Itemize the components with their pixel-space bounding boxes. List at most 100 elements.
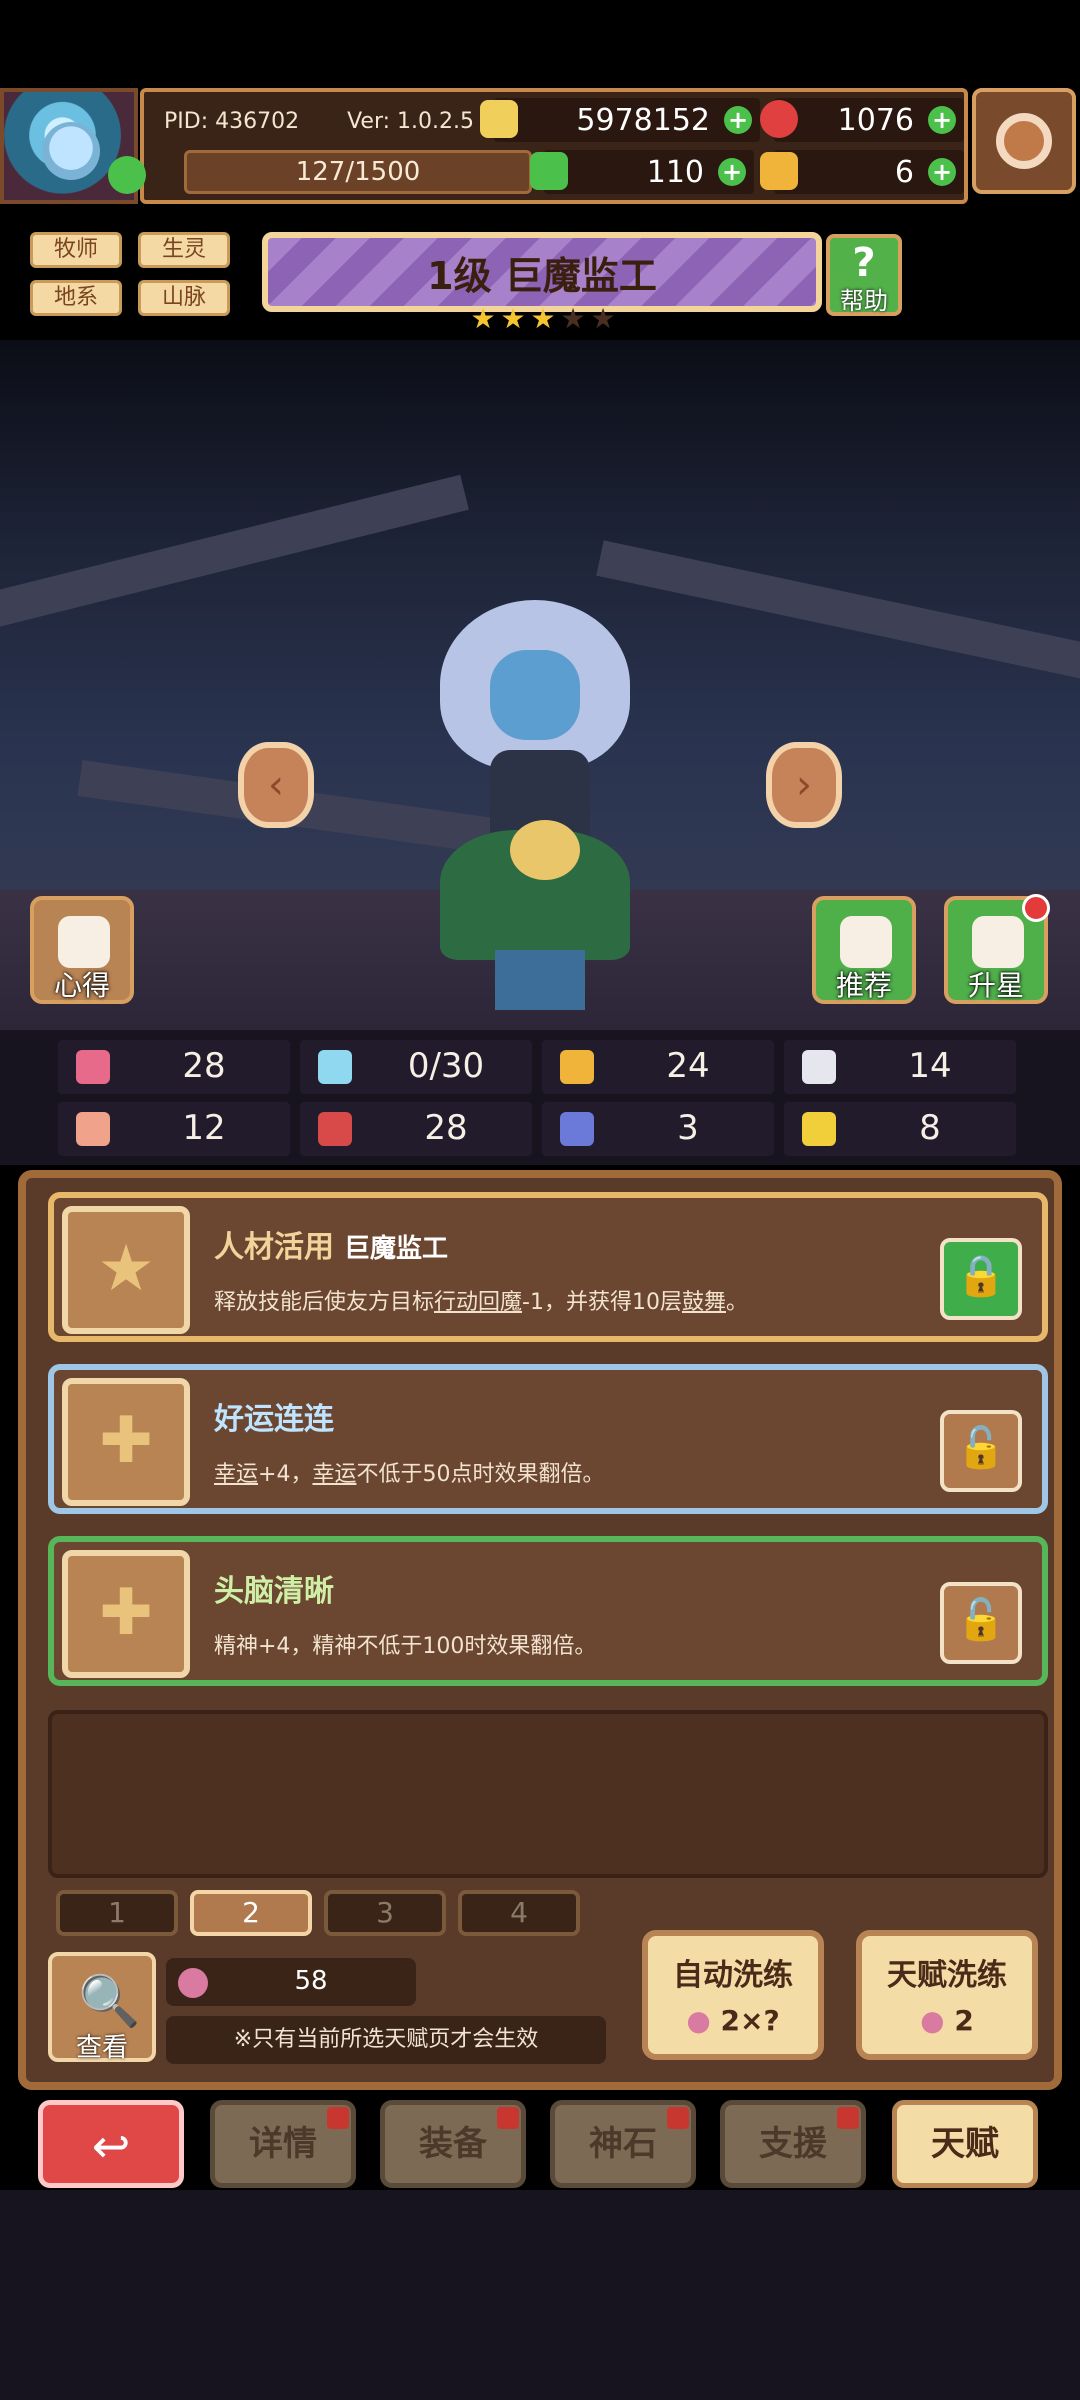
- star-icon: ★: [560, 302, 586, 335]
- gear-icon: [996, 113, 1052, 169]
- desc-keyword[interactable]: 鼓舞: [682, 1290, 726, 1315]
- hero-level-name: 1级 巨魔监工: [427, 253, 657, 298]
- back-button[interactable]: ↩: [38, 2100, 184, 2188]
- prev-hero-button[interactable]: ‹: [238, 742, 314, 828]
- tag-race: 生灵: [138, 232, 230, 268]
- talent-panel: ★ 人材活用 巨魔监工 释放技能后使友方目标行动回魔-1，并获得10层鼓舞。 🔒 …: [18, 1170, 1062, 2090]
- stamina-value: 127/1500: [295, 157, 421, 187]
- ruby-icon: [760, 100, 798, 138]
- star-icon: ★: [470, 302, 496, 335]
- recommend-button[interactable]: 推荐: [812, 896, 916, 1004]
- add-key-button[interactable]: +: [928, 158, 956, 186]
- stat-intellect: 28: [300, 1102, 532, 1156]
- tag-class: 牧师: [30, 232, 122, 268]
- help-button[interactable]: ? 帮助: [826, 234, 902, 316]
- auto-reroll-label: 自动洗练: [673, 1958, 793, 1993]
- star-rating: ★ ★ ★ ★ ★: [470, 302, 616, 335]
- shield-icon: [560, 1050, 594, 1084]
- key-counter: 6 +: [760, 150, 964, 194]
- talent-subtitle: 巨魔监工: [344, 1234, 449, 1264]
- settings-button[interactable]: [972, 88, 1076, 194]
- tab-talent[interactable]: 天赋: [892, 2100, 1038, 2188]
- stamina-bar: 127/1500: [184, 150, 532, 194]
- add-clover-button[interactable]: +: [718, 158, 746, 186]
- talent-note: ※只有当前所选天赋页才会生效: [166, 2016, 606, 2064]
- tab-godstone-label: 神石: [589, 2124, 657, 2164]
- talent-icon-tile: ✚: [62, 1550, 190, 1678]
- tab-support[interactable]: 支援: [720, 2100, 866, 2188]
- hero-rose: [510, 820, 580, 880]
- key-value: 6: [894, 154, 914, 190]
- page-tab-4[interactable]: 4: [458, 1890, 580, 1936]
- back-arrow-icon: ↩: [91, 2119, 131, 2173]
- lock-closed-icon: 🔒: [956, 1253, 1006, 1299]
- thumbs-up-icon: [840, 916, 892, 968]
- arrow-right-icon: ›: [796, 762, 812, 808]
- tab-equipment-label: 装备: [419, 2124, 487, 2164]
- seed-value: 58: [294, 1966, 328, 1996]
- tag-element: 地系: [30, 280, 122, 316]
- talent-reroll-button[interactable]: 天赋洗练 ● 2: [856, 1930, 1038, 2060]
- plus-cross-icon: ✚: [99, 1404, 153, 1478]
- desc-keyword[interactable]: 幸运: [214, 1462, 258, 1487]
- talent-reroll-label: 天赋洗练: [887, 1958, 1007, 1993]
- hero-title-banner: 1级 巨魔监工: [262, 232, 822, 312]
- add-gem-button[interactable]: +: [928, 106, 956, 134]
- empty-talent-slot: [48, 1710, 1048, 1878]
- version-text: Ver: 1.0.2.5: [347, 108, 475, 134]
- auto-reroll-cost: ● 2×?: [648, 2004, 818, 2037]
- help-label: 帮助: [840, 287, 888, 315]
- talent-description: 精神+4，精神不低于100时效果翻倍。: [214, 1634, 597, 1659]
- pid-text: PID: 436702: [164, 108, 300, 134]
- desc-keyword[interactable]: 幸运: [312, 1462, 356, 1487]
- page-tab-2[interactable]: 2: [190, 1890, 312, 1936]
- desc-part: -1，并获得10层: [522, 1290, 682, 1315]
- lock-button[interactable]: 🔓: [940, 1582, 1022, 1664]
- talent-card[interactable]: ★ 人材活用 巨魔监工 释放技能后使友方目标行动回魔-1，并获得10层鼓舞。 🔒: [48, 1192, 1048, 1342]
- clover-counter: 110 +: [530, 150, 754, 194]
- stat-boot-value: 3: [677, 1108, 699, 1148]
- talent-icon-tile: ★: [62, 1206, 190, 1334]
- stat-speed: 14: [784, 1040, 1016, 1094]
- auto-reroll-button[interactable]: 自动洗练 ● 2×?: [642, 1930, 824, 2060]
- hero-character[interactable]: [420, 580, 650, 1010]
- next-hero-button[interactable]: ›: [766, 742, 842, 828]
- talent-icon-tile: ✚: [62, 1378, 190, 1506]
- lock-open-icon: 🔓: [956, 1597, 1006, 1643]
- tab-godstone[interactable]: 神石: [550, 2100, 696, 2188]
- lock-button[interactable]: 🔓: [940, 1410, 1022, 1492]
- key-icon: [760, 152, 798, 190]
- desc-keyword[interactable]: 行动回魔: [434, 1290, 522, 1315]
- gold-value: 5978152: [576, 102, 710, 138]
- boot-icon: [560, 1112, 594, 1146]
- add-gold-button[interactable]: +: [724, 106, 752, 134]
- hero-face: [490, 650, 580, 740]
- tab-talent-label: 天赋: [931, 2124, 999, 2164]
- talent-card[interactable]: ✚ 好运连连 幸运+4，幸运不低于50点时效果翻倍。 🔓: [48, 1364, 1048, 1514]
- upgrade-star-button[interactable]: 升星: [944, 894, 1050, 1004]
- peach-icon: ●: [920, 2004, 945, 2037]
- stat-luck: 8: [784, 1102, 1016, 1156]
- magnifier-icon: 🔍: [78, 1972, 141, 2030]
- notes-button[interactable]: 心得: [30, 896, 134, 1004]
- stat-defense: 24: [542, 1040, 774, 1094]
- desc-part: 不低于50点时效果翻倍。: [356, 1462, 605, 1487]
- talent-name: 头脑清晰: [214, 1574, 334, 1609]
- clover-icon: [530, 152, 568, 190]
- lock-button[interactable]: 🔒: [940, 1238, 1022, 1320]
- talent-name: 好运连连: [214, 1402, 334, 1437]
- star-icon: ★: [500, 302, 526, 335]
- page-tab-3[interactable]: 3: [324, 1890, 446, 1936]
- gem-counter: 1076 +: [760, 98, 964, 142]
- talent-title: 人材活用: [214, 1230, 334, 1265]
- talent-card[interactable]: ✚ 头脑清晰 精神+4，精神不低于100时效果翻倍。 🔓: [48, 1536, 1048, 1686]
- desc-part: 释放技能后使友方目标: [214, 1290, 435, 1315]
- tab-details[interactable]: 详情: [210, 2100, 356, 2188]
- plus-cross-icon: ✚: [99, 1576, 153, 1650]
- view-button[interactable]: 🔍 查看: [48, 1952, 156, 2063]
- tab-equipment[interactable]: 装备: [380, 2100, 526, 2188]
- peach-icon: [178, 1968, 208, 1998]
- notification-dot: [497, 2107, 519, 2129]
- page-tab-1[interactable]: 1: [56, 1890, 178, 1936]
- talent-description: 释放技能后使友方目标行动回魔-1，并获得10层鼓舞。: [214, 1284, 748, 1316]
